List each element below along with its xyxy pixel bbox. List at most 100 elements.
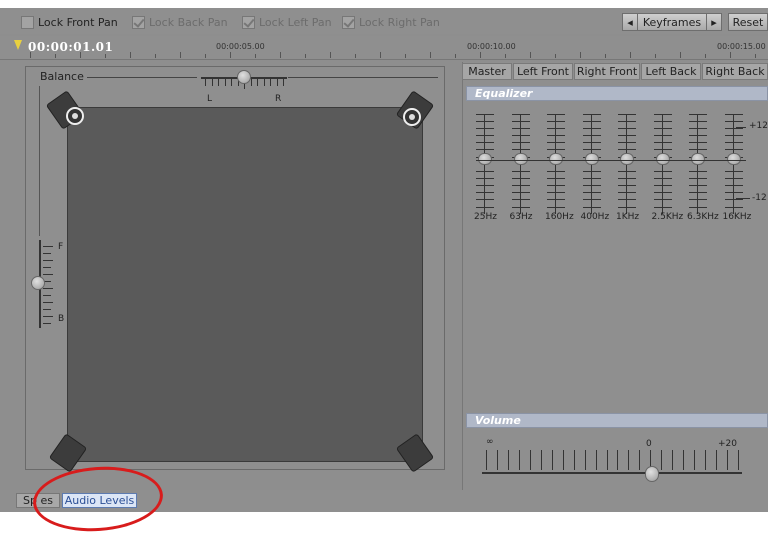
surround-pan-pad[interactable] (67, 107, 423, 462)
eq-band-line (618, 135, 636, 136)
eq-band-line (618, 192, 636, 193)
eq-band-knob[interactable] (584, 153, 599, 165)
tab-master[interactable]: Master (462, 63, 512, 80)
volume-tick (562, 450, 564, 470)
eq-band-line (618, 142, 636, 143)
eq-band-label: 16KHz (722, 212, 752, 222)
eq-band-line (653, 192, 672, 193)
ruler-tick (730, 52, 731, 58)
eq-band-line (689, 185, 707, 186)
eq-band-line (653, 171, 672, 172)
tab-left-back[interactable]: Left Back (641, 63, 701, 80)
next-arrow-icon: ▸ (711, 15, 717, 29)
volume-tick (496, 450, 498, 470)
balance-tick (205, 79, 206, 86)
eq-band-line (547, 171, 565, 172)
eq-band-line (653, 121, 672, 122)
keyframes-label: Keyframes (642, 15, 702, 29)
eq-band-knob[interactable] (620, 153, 634, 165)
balance-slider-knob[interactable] (237, 70, 251, 84)
tab-right-front[interactable]: Right Front (574, 63, 640, 80)
volume-max-label: +20 (718, 439, 737, 449)
eq-band (476, 114, 494, 214)
ruler-tick-label: 00:00:15.00 (717, 42, 766, 51)
front-back-tick (43, 260, 53, 261)
tab-right-back[interactable]: Right Back (702, 63, 768, 80)
reset-button[interactable]: Reset (728, 13, 768, 31)
balance-tick (276, 79, 278, 86)
ruler-tick (330, 52, 331, 58)
volume-tick (661, 450, 663, 470)
eq-band-line (618, 149, 636, 150)
eq-band-knob[interactable] (549, 153, 563, 165)
eq-band-line (582, 114, 601, 115)
prev-keyframe-button[interactable]: ◂ (622, 13, 638, 31)
eq-band-line (724, 135, 743, 136)
tab-right-back-label: Right Back (705, 65, 765, 78)
equalizer-title: Equalizer (475, 87, 533, 100)
ruler-tick (80, 52, 81, 58)
eq-band-line (582, 142, 601, 143)
ruler-tick (655, 54, 656, 58)
ruler-tick (705, 54, 706, 58)
eq-band-line (476, 128, 494, 129)
balance-tick (283, 79, 284, 86)
eq-band-line (582, 121, 601, 122)
reset-label: Reset (732, 15, 764, 29)
tab-left-front-label: Left Front (516, 65, 569, 78)
lock-front-pan-checkbox[interactable]: Lock Front Pan (21, 14, 118, 30)
tab-left-front[interactable]: Left Front (513, 63, 573, 80)
lock-right-pan-checkbox[interactable]: Lock Right Pan (342, 14, 440, 30)
volume-min-label: ∞ (486, 437, 494, 447)
eq-band-knob[interactable] (513, 153, 528, 165)
eq-band-knob[interactable] (726, 153, 741, 165)
volume-tick (584, 450, 586, 470)
ruler-tick (455, 54, 456, 58)
ruler-tick (205, 54, 206, 58)
eq-band-line (724, 114, 743, 115)
ruler-tick (355, 54, 356, 58)
eq-band-label: 6.3KHz (687, 212, 719, 222)
volume-title: Volume (475, 414, 521, 427)
lock-left-pan-checkbox[interactable]: Lock Left Pan (242, 14, 332, 30)
front-back-tick (43, 253, 51, 254)
ruler-tick-label: 00:00:05.00 (216, 42, 265, 51)
eq-band-line (582, 128, 601, 129)
volume-tick (507, 450, 509, 470)
ruler-tick (155, 54, 156, 58)
eq-band-line (724, 121, 743, 122)
ruler-tick (680, 52, 681, 58)
eq-band-line (653, 128, 672, 129)
eq-band-line (511, 192, 530, 193)
eq-band-line (689, 135, 707, 136)
eq-band-label: 2.5KHz (651, 212, 684, 222)
keyframes-button[interactable]: Keyframes (638, 13, 706, 31)
balance-tick (257, 79, 258, 86)
eq-band-line (618, 121, 636, 122)
eq-band-line (582, 185, 601, 186)
ruler-tick (30, 52, 31, 58)
ruler-tick (530, 52, 531, 58)
next-keyframe-button[interactable]: ▸ (706, 13, 722, 31)
eq-band-line (511, 178, 530, 179)
eq-band-line (653, 142, 672, 143)
eq-band-line (547, 114, 565, 115)
eq-band-line (547, 135, 565, 136)
balance-left-label: L (207, 94, 213, 104)
front-back-slider-knob[interactable] (31, 276, 45, 290)
ruler-tick (230, 52, 231, 58)
ruler-tick (105, 54, 106, 58)
volume-slider-knob[interactable] (645, 466, 660, 482)
eq-band-line (582, 171, 601, 172)
eq-band (724, 114, 743, 214)
eq-band-knob[interactable] (691, 153, 705, 165)
lock-back-pan-checkbox[interactable]: Lock Back Pan (132, 14, 228, 30)
playhead-marker-icon[interactable] (14, 40, 22, 50)
eq-band-knob[interactable] (478, 153, 492, 165)
eq-band-knob[interactable] (655, 153, 670, 165)
timeline-ruler[interactable] (0, 36, 768, 60)
checkbox-icon (21, 15, 34, 29)
eq-band-line (476, 149, 494, 150)
eq-band-line (582, 207, 601, 208)
front-back-tick (43, 267, 51, 268)
